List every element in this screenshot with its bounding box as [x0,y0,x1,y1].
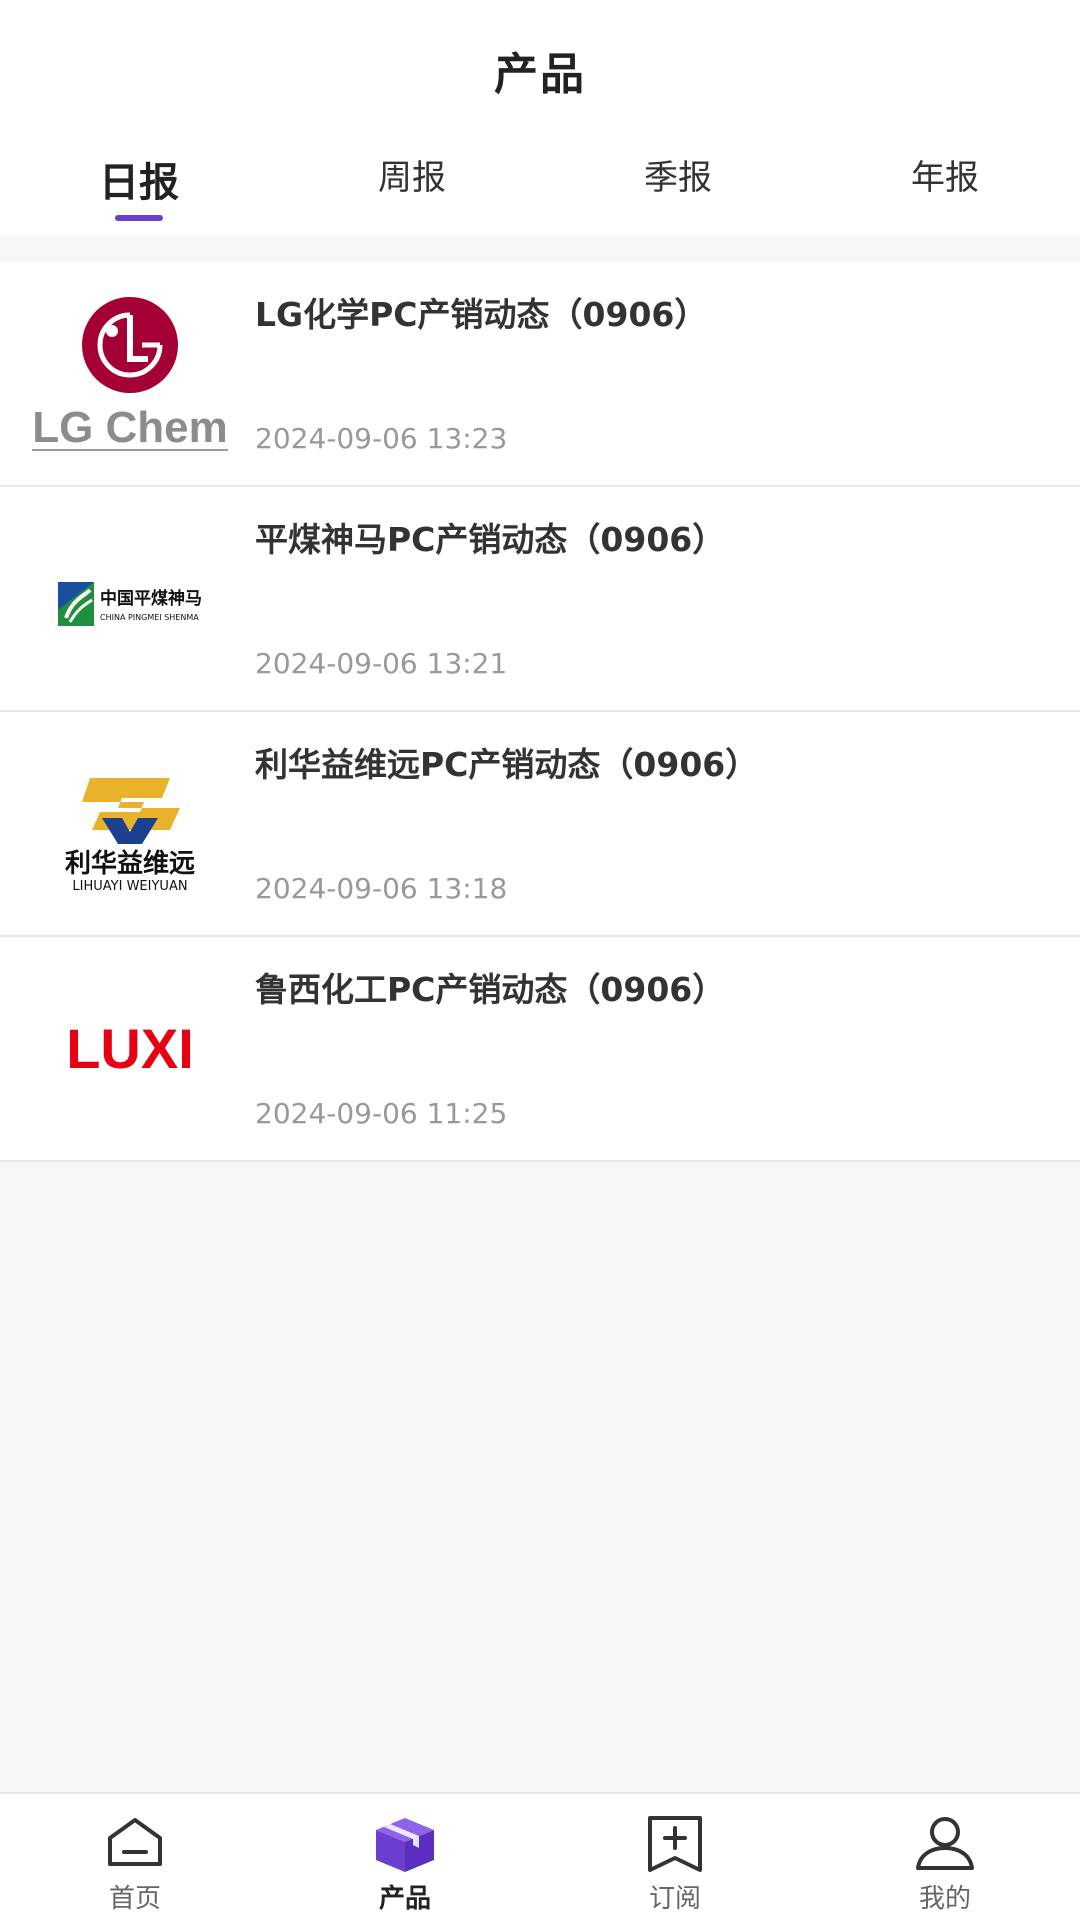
logo-text-en: CHINA PINGMEI SHENMA [100,613,199,622]
logo-text-cn: 中国平煤神马 [100,588,202,609]
nav-label: 我的 [918,1884,971,1914]
tab-daily[interactable]: 日报 [4,150,274,221]
list-item[interactable]: 利华益维远 LIHUAYI WEIYUAN 利华益维远PC产销动态（0906） … [0,712,1080,937]
header: 产品 日报 周报 季报 年报 [0,0,1080,235]
list-item[interactable]: LUXI 鲁西化工PC产销动态（0906） 2024-09-06 11:25 [0,937,1080,1162]
nav-product[interactable]: 产品 [270,1794,540,1920]
list-item[interactable]: LG Chem LG化学PC产销动态（0906） 2024-09-06 13:2… [0,262,1080,487]
item-timestamp: 2024-09-06 13:23 [255,422,508,455]
article-list: LG Chem LG化学PC产销动态（0906） 2024-09-06 13:2… [0,262,1080,1162]
user-icon [916,1817,974,1870]
nav-label: 订阅 [648,1884,701,1914]
item-title: 鲁西化工PC产销动态（0906） [255,970,726,1009]
item-title: 利华益维远PC产销动态（0906） [255,745,759,784]
logo-text: LG Chem [32,403,228,452]
home-icon [108,1818,162,1866]
tab-label: 季报 [644,158,712,198]
logo-text: LUXI [66,1017,194,1080]
item-title: LG化学PC产销动态（0906） [255,295,708,334]
item-timestamp: 2024-09-06 13:21 [255,647,508,680]
logo-text-en: LIHUAYI WEIYUAN [72,879,187,894]
item-timestamp: 2024-09-06 11:25 [255,1097,508,1130]
tab-weekly[interactable]: 周报 [277,150,547,199]
bottom-nav: 首页 产品 订阅 我的 [0,1792,1080,1920]
tab-label: 周报 [378,158,446,198]
lihuayi-weiyuan-logo: 利华益维远 LIHUAYI WEIYUAN [30,732,230,917]
luxi-logo: LUXI [30,957,230,1142]
page-title: 产品 [494,49,586,100]
logo-text-cn: 利华益维远 [65,848,195,879]
nav-subscribe[interactable]: 订阅 [540,1794,810,1920]
nav-home[interactable]: 首页 [0,1794,270,1920]
tab-yearly[interactable]: 年报 [810,150,1080,199]
tab-quarterly[interactable]: 季报 [543,150,813,199]
list-item[interactable]: 中国平煤神马 CHINA PINGMEI SHENMA 平煤神马PC产销动态（0… [0,487,1080,712]
tab-label: 日报 [99,160,179,206]
nav-label: 产品 [378,1884,431,1914]
report-tabs: 日报 周报 季报 年报 [0,150,1080,230]
item-title: 平煤神马PC产销动态（0906） [255,520,726,559]
nav-label: 首页 [108,1884,161,1914]
nav-profile[interactable]: 我的 [810,1794,1080,1920]
pingmei-shenma-logo: 中国平煤神马 CHINA PINGMEI SHENMA [30,507,230,692]
app-screen: 产品 日报 周报 季报 年报 LG Chem LG化学PC产销动态（0906） … [0,0,1080,1920]
tab-label: 年报 [911,158,979,198]
active-tab-indicator [115,215,163,221]
item-timestamp: 2024-09-06 13:18 [255,872,508,905]
subscribe-icon [648,1816,702,1872]
box-icon [376,1818,434,1872]
lg-chem-logo: LG Chem [30,282,230,467]
